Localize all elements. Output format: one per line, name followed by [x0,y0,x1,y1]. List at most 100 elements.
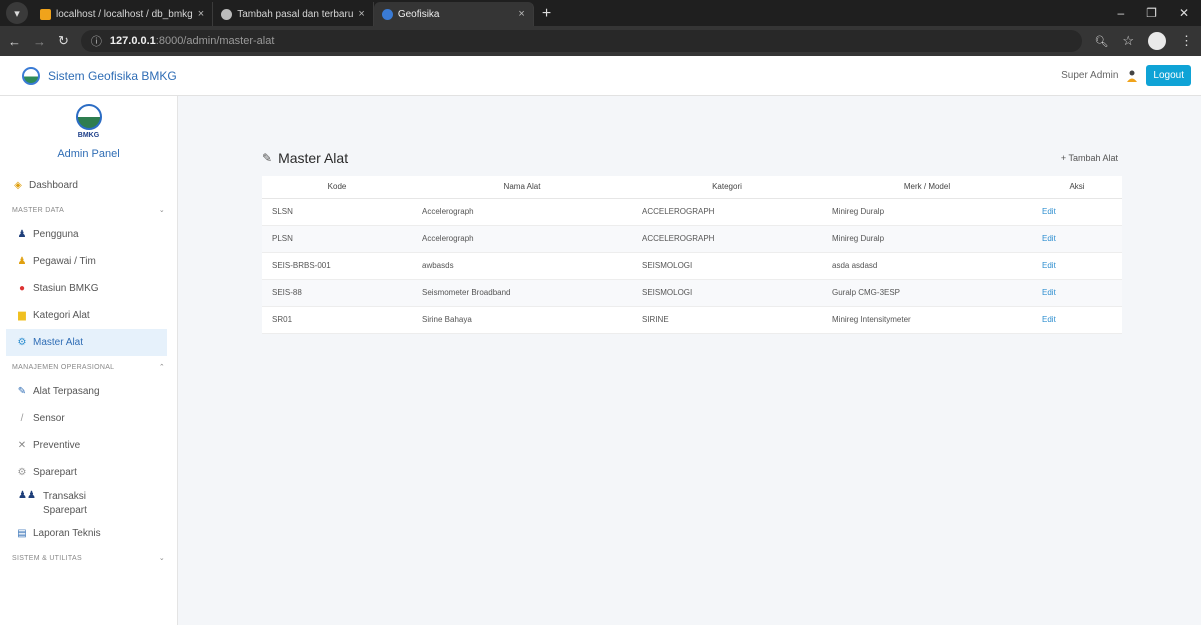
sidebar-item-sensor[interactable]: / Sensor [0,405,177,432]
logout-button[interactable]: Logout [1146,65,1191,86]
geofisika-icon [381,8,393,20]
user-name: Super Admin [1061,70,1119,81]
sidebar-item-transaksi-sparepart[interactable]: ♟♟ Transaksi Sparepart [0,486,177,520]
globe-icon [221,8,233,20]
tab-label: Geofisika [397,8,440,20]
cell-kode: SR01 [262,306,412,334]
table-row: SEIS-88 Seismometer Broadband SEISMOLOGI… [262,279,1122,307]
tab-label: Tambah pasal dan terbaru [237,8,354,20]
main-content: ✎ Master Alat + Tambah Alat Kode Nama Al… [178,96,1201,625]
sidebar-item-label: Sparepart [33,467,77,478]
sidebar-item-label: Stasiun BMKG [33,283,99,294]
browser-tab-geofisika[interactable]: Geofisika × [373,2,534,26]
browser-tab-bar: ▾ localhost / localhost / db_bmkg × Tamb… [0,0,1201,26]
sidebar-item-sparepart[interactable]: ⚙ Sparepart [0,459,177,486]
gear-icon: ⚙ [17,337,27,348]
sidebar-item-preventive[interactable]: ✕ Preventive [0,432,177,459]
sidebar-item-pegawai[interactable]: ♟ Pegawai / Tim [0,248,177,275]
table-row: PLSN Accelerograph ACCELEROGRAPH Minireg… [262,225,1122,253]
edit-link[interactable]: Edit [1042,261,1056,270]
sidebar-item-laporan[interactable]: ▤ Laporan Teknis [0,520,177,547]
maximize-icon[interactable]: ❐ [1146,6,1157,20]
section-label: SISTEM & UTILITAS [12,554,82,562]
zoom-icon[interactable]: 🔍︎ [1094,35,1108,48]
chevron-down-icon: ⌄ [158,555,165,562]
sidebar-item-label: Kategori Alat [33,310,90,321]
tab-close-icon[interactable]: × [358,8,364,20]
cell-merk: Minireg Duralp [822,225,1032,253]
sidebar-item-dashboard[interactable]: ◈ Dashboard [0,172,177,199]
sidebar-section-master[interactable]: MASTER DATA ⌄ [0,199,177,221]
edit-link[interactable]: Edit [1042,315,1056,324]
sidebar-item-label: Transaksi Sparepart [43,491,87,516]
cell-merk: asda asdasd [822,252,1032,280]
logo-text: BMKG [77,132,100,139]
card-header: ✎ Master Alat + Tambah Alat [262,146,1122,170]
tab-search-icon[interactable]: ▾ [6,2,28,24]
tool-icon: ✎ [17,386,27,397]
sidebar-section-operasional[interactable]: MANAJEMEN OPERASIONAL ⌃ [0,356,177,378]
sidebar-title: Admin Panel [57,148,120,160]
edit-link[interactable]: Edit [1042,234,1056,243]
site-info-icon[interactable]: ⓘ [91,33,102,49]
preventive-icon: ✕ [17,440,27,451]
page-title: ✎ Master Alat [262,150,348,166]
tab-close-icon[interactable]: × [518,8,524,20]
sidebar-item-alat-terpasang[interactable]: ✎ Alat Terpasang [0,378,177,405]
cell-kode: PLSN [262,225,412,253]
profile-avatar[interactable] [1148,32,1166,50]
new-tab-button[interactable]: + [534,2,559,26]
column-header-kategori: Kategori [632,176,822,199]
url-host: 127.0.0.1 [109,35,156,47]
table-row: SR01 Sirine Bahaya SIRINE Minireg Intens… [262,306,1122,334]
user-avatar-icon[interactable] [1126,69,1138,83]
sidebar-item-kategori[interactable]: ▆ Kategori Alat [0,302,177,329]
edit-link[interactable]: Edit [1042,207,1056,216]
tab-close-icon[interactable]: × [198,8,204,20]
bookmark-star-icon[interactable]: ☆ [1122,33,1134,49]
close-window-icon[interactable]: ✕ [1179,6,1189,20]
sparepart-icon: ⚙ [17,467,27,478]
forward-icon[interactable]: → [33,34,46,49]
window-controls: – ❐ ✕ [1117,0,1201,26]
reload-icon[interactable]: ↻ [58,33,69,49]
team-icon: ♟ [17,256,27,267]
cell-nama: awbasds [412,252,632,280]
browser-tab-2[interactable]: Tambah pasal dan terbaru × [213,2,374,26]
report-icon: ▤ [17,528,27,539]
page-title-text: Master Alat [278,150,349,166]
sidebar-item-label: Pegawai / Tim [33,256,96,267]
cell-kode: SLSN [262,198,412,226]
bmkg-emblem-icon [75,104,102,130]
cell-kategori: SEISMOLOGI [632,252,822,280]
cell-nama: Accelerograph [412,198,632,226]
sidebar-item-label: Pengguna [33,229,79,240]
add-alat-button[interactable]: + Tambah Alat [1061,153,1118,163]
sidebar-item-master-alat[interactable]: ⚙ Master Alat [6,329,167,356]
cell-kategori: ACCELEROGRAPH [632,198,822,226]
cell-nama: Accelerograph [412,225,632,253]
back-icon[interactable]: ← [8,34,21,49]
sidebar-section-sistem[interactable]: SISTEM & UTILITAS ⌄ [0,547,177,569]
column-header-nama: Nama Alat [412,176,632,199]
browser-tab-phpmyadmin[interactable]: localhost / localhost / db_bmkg × [32,2,214,26]
cell-kode: SEIS-BRBS-001 [262,252,412,280]
brand-title[interactable]: Sistem Geofisika BMKG [48,69,177,83]
sidebar-item-pengguna[interactable]: ♟ Pengguna [0,221,177,248]
transaction-icon: ♟♟ [18,490,36,501]
location-icon: ● [18,283,26,294]
minimize-icon[interactable]: – [1117,6,1124,20]
sidebar-item-stasiun[interactable]: ● Stasiun BMKG [0,275,177,302]
cell-kode: SEIS-88 [262,279,412,307]
url-input[interactable]: ⓘ 127.0.0.1:8000/admin/master-alat [80,30,1083,52]
column-header-kode: Kode [262,176,412,199]
browser-menu-icon[interactable]: ⋮ [1180,33,1193,49]
cell-kategori: ACCELEROGRAPH [632,225,822,253]
cell-nama: Seismometer Broadband [412,279,632,307]
sidebar-item-label: Alat Terpasang [33,386,100,397]
cell-nama: Sirine Bahaya [412,306,632,334]
cell-merk: Minireg Duralp [822,198,1032,226]
edit-link[interactable]: Edit [1042,288,1056,297]
section-label: MANAJEMEN OPERASIONAL [12,363,115,371]
cell-merk: Guralp CMG-3ESP [822,279,1032,307]
